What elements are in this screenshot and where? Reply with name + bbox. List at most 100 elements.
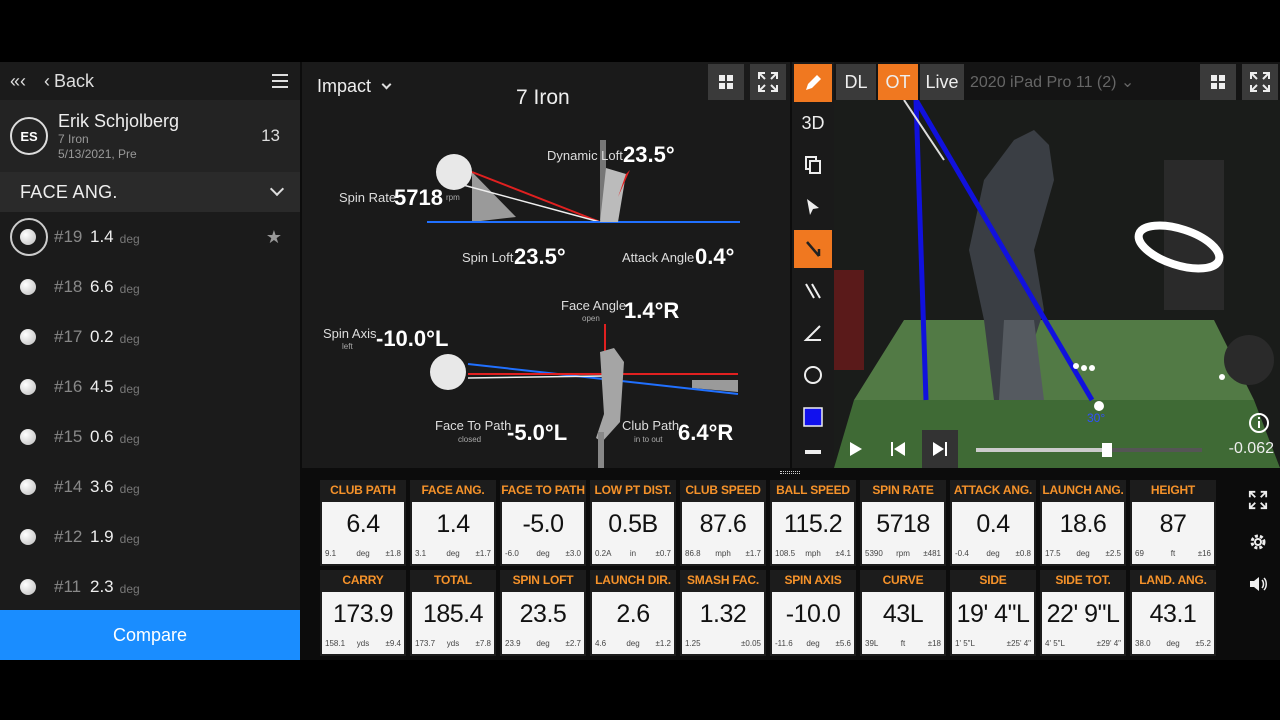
stat-tile[interactable]: LAUNCH DIR. 2.6 4.6 deg ±1.2 [590,570,676,656]
resize-handle[interactable] [780,471,800,474]
pointer-tool-button[interactable] [794,188,832,226]
tab-live[interactable]: Live [920,64,964,100]
circle-tool-button[interactable] [794,356,832,394]
stat-name: LOW PT DIST. [594,483,672,497]
parallel-lines-tool-button[interactable] [794,272,832,310]
3d-tool-button[interactable]: 3D [794,104,832,142]
pointer-icon [807,199,819,215]
stat-tile[interactable]: FACE ANG. 1.4 3.1 deg ±1.7 [410,480,496,566]
shot-item[interactable]: #14 3.6 deg [0,462,300,512]
color-picker-button[interactable] [794,398,832,436]
volume-button[interactable] [1248,574,1268,594]
stat-min: 1' 5"L [955,639,975,648]
stat-deviation: ±25' 4" [1006,639,1031,648]
stat-name: CLUB PATH [330,483,396,497]
stat-body: 173.9 158.1 yds ±9.4 [322,592,404,654]
stat-tile[interactable]: HEIGHT 87 69 ft ±16 [1130,480,1216,566]
stat-tile[interactable]: TOTAL 185.4 173.7 yds ±7.8 [410,570,496,656]
step-forward-button[interactable] [922,430,958,468]
stat-body: 6.4 9.1 deg ±1.8 [322,502,404,564]
scrubber-handle[interactable] [1102,443,1113,457]
angle-icon [803,325,821,341]
stat-name: FACE ANG. [421,483,485,497]
stat-value: 87.6 [699,510,747,538]
shot-item[interactable]: #19 1.4 deg ★ [0,212,300,262]
spin-axis-sub: left [342,342,353,351]
skip-back-button[interactable] [890,440,906,463]
stat-tile[interactable]: LOW PT DIST. 0.5B 0.2A in ±0.7 [590,480,676,566]
session-date: 5/13/2021, Pre [58,146,137,161]
stat-name: BALL SPEED [776,483,850,497]
face-to-path-sub: closed [458,435,482,444]
settings-button[interactable] [1248,532,1268,552]
video-fullscreen-button[interactable] [1242,64,1278,100]
stat-tile[interactable]: ATTACK ANG. 0.4 -0.4 deg ±0.8 [950,480,1036,566]
menu-icon[interactable] [272,74,290,88]
attack-angle-value: 0.4° [695,244,735,269]
stat-value: 87 [1159,510,1187,538]
settings-icon [1250,534,1266,550]
play-icon [850,442,862,456]
shot-item[interactable]: #17 0.2 deg [0,312,300,362]
video-grid-button[interactable] [1200,64,1236,100]
shot-item[interactable]: #18 6.6 deg [0,262,300,312]
expand-stats-button[interactable] [1248,490,1268,510]
pencil-tool-button[interactable] [794,64,832,102]
chevron-left-icon: ‹ [44,70,50,91]
angle-tool-button[interactable] [794,314,832,352]
golf-ball-icon [20,279,36,295]
pencil-icon [806,75,821,90]
player-card[interactable]: ES Erik Schjolberg 7 Iron 5/13/2021, Pre… [0,100,300,172]
stat-tile[interactable]: LAND. ANG. 43.1 38.0 deg ±5.2 [1130,570,1216,656]
stat-tile[interactable]: SPIN RATE 5718 5390 rpm ±481 [860,480,946,566]
stat-tile[interactable]: SPIN LOFT 23.5 23.9 deg ±2.7 [500,570,586,656]
compare-button[interactable]: Compare [0,610,300,660]
stat-tile[interactable]: SMASH FAC. 1.32 1.25 ±0.05 [680,570,766,656]
stat-value: 43L [882,600,924,628]
face-to-path-label: Face To Path [435,418,512,433]
video-scrubber[interactable] [976,443,1202,457]
line-tool-button[interactable] [794,230,832,268]
back-label: Back [54,70,95,91]
stat-tile[interactable]: BALL SPEED 115.2 108.5 mph ±4.1 [770,480,856,566]
stat-tile[interactable]: CURVE 43L 39L ft ±18 [860,570,946,656]
golf-ball-lower [430,354,466,390]
stat-tile[interactable]: CLUB PATH 6.4 9.1 deg ±1.8 [320,480,406,566]
swing-video[interactable]: 30° [834,100,1280,468]
shot-item[interactable]: #15 0.6 deg [0,412,300,462]
stat-tile[interactable]: SIDE TOT. 22' 9"L 4' 5"L ±29' 4" [1040,570,1126,656]
tab-dl[interactable]: DL [836,64,876,100]
spin-loft-value: 23.5° [514,244,566,269]
stat-name: ATTACK ANG. [953,483,1033,497]
stat-tile[interactable]: CARRY 173.9 158.1 yds ±9.4 [320,570,406,656]
stat-name: CARRY [342,573,384,587]
copy-tool-button[interactable] [794,146,832,184]
play-button[interactable] [848,440,864,463]
face-to-path-value: -5.0°L [507,420,568,445]
stat-body: 19' 4"L 1' 5"L ±25' 4" [952,592,1034,654]
metric-dropdown[interactable]: FACE ANG. [0,172,300,212]
stat-deviation: ±1.8 [385,549,401,558]
stat-deviation: ±481 [923,549,941,558]
line-width-button[interactable] [794,438,832,466]
stat-tile[interactable]: SPIN AXIS -10.0 -11.6 deg ±5.6 [770,570,856,656]
back-button[interactable]: ‹ Back [44,71,94,92]
stat-value: 173.9 [332,600,394,628]
shot-item[interactable]: #12 1.9 deg [0,512,300,562]
shot-item[interactable]: #16 4.5 deg [0,362,300,412]
stat-tile[interactable]: SIDE 19' 4"L 1' 5"L ±25' 4" [950,570,1036,656]
panel-divider [302,468,1280,478]
avatar: ES [10,117,48,155]
stat-deviation: ±3.0 [565,549,581,558]
stat-tile[interactable]: CLUB SPEED 87.6 86.8 mph ±1.7 [680,480,766,566]
shot-number: #11 [54,577,82,596]
stat-tile[interactable]: FACE TO PATH -5.0 -6.0 deg ±3.0 [500,480,586,566]
device-dropdown[interactable]: 2020 iPad Pro 11 (2) ⌄ [970,72,1134,92]
shot-item[interactable]: #11 2.3 deg [0,562,300,612]
collapse-sidebar-button[interactable]: «‹ [10,71,44,92]
star-icon[interactable]: ★ [266,227,282,248]
club-path-label: Club Path [622,418,680,433]
spin-rate-unit: rpm [446,193,460,202]
tab-ot[interactable]: OT [878,64,918,100]
stat-tile[interactable]: LAUNCH ANG. 18.6 17.5 deg ±2.5 [1040,480,1126,566]
